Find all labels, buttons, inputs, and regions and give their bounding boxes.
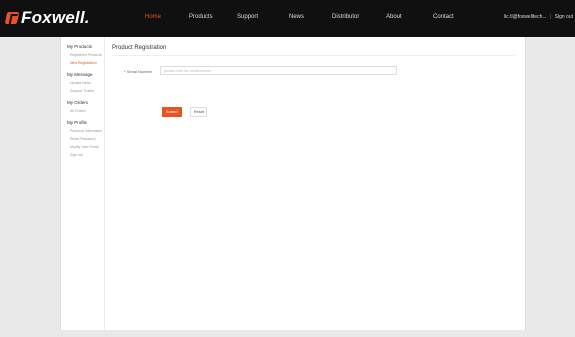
- sidebar-item-update-news[interactable]: Update News: [70, 81, 104, 85]
- sidebar-item-sign-out[interactable]: Sign out: [70, 153, 104, 157]
- registration-form-area: Product Registration * Serial Number ple…: [112, 45, 515, 117]
- sidebar-group-orders: My Orders All Orders: [67, 100, 104, 113]
- page-title: Product Registration: [112, 45, 515, 56]
- sidebar-group-products: My Products Registered Products New Regi…: [67, 44, 104, 65]
- logo-text: Foxwell.: [21, 8, 90, 27]
- sidebar-group-title: My Products: [67, 44, 93, 49]
- sidebar-group-title: My Message: [67, 72, 93, 77]
- sidebar-group-profile: My Profile Personal Information Reset Pa…: [67, 120, 104, 157]
- serial-number-label: * Serial Number: [124, 69, 152, 74]
- foxwell-logo[interactable]: Foxwell.: [4, 8, 90, 27]
- sidebar-item-new-registration[interactable]: New Registration: [70, 61, 104, 65]
- nav-contact[interactable]: Contact: [433, 14, 454, 20]
- sidebar-item-all-orders[interactable]: All Orders: [70, 109, 104, 113]
- nav-products[interactable]: Products: [189, 14, 213, 20]
- foxwell-logo-icon: [4, 12, 20, 24]
- reset-button[interactable]: Reset: [190, 107, 208, 117]
- serial-number-row: * Serial Number please enter the serial …: [112, 66, 515, 78]
- nav-support[interactable]: Support: [237, 14, 258, 20]
- sidebar-group-title: My Orders: [67, 100, 89, 105]
- serial-number-input[interactable]: please enter the serial number: [160, 66, 397, 75]
- user-area: lic.tl@foxwelltech... | Sign out: [504, 14, 573, 20]
- account-sidebar: My Products Registered Products New Regi…: [61, 37, 105, 330]
- top-navigation-bar: Foxwell. Home Products Support News Dist…: [0, 0, 575, 37]
- nav-news[interactable]: News: [289, 14, 304, 20]
- nav-home[interactable]: Home: [145, 14, 161, 20]
- user-separator: |: [549, 14, 552, 20]
- content-panel: My Products Registered Products New Regi…: [60, 37, 526, 330]
- sidebar-item-modify-user-email[interactable]: Modify User Email: [70, 145, 104, 149]
- nav-distributor[interactable]: Distributor: [332, 14, 359, 20]
- sign-out-link[interactable]: Sign out: [555, 14, 573, 20]
- required-marker: *: [124, 69, 126, 74]
- nav-about[interactable]: About: [386, 14, 402, 20]
- sidebar-group-title: My Profile: [67, 120, 88, 125]
- form-buttons: Submit Reset: [162, 100, 211, 118]
- sidebar-item-reset-password[interactable]: Reset Password: [70, 137, 104, 141]
- sidebar-item-personal-information[interactable]: Personal Information: [70, 129, 104, 133]
- sidebar-item-support-tickets[interactable]: Support Tickets: [70, 89, 104, 93]
- submit-button[interactable]: Submit: [162, 107, 182, 117]
- sidebar-item-registered-products[interactable]: Registered Products: [70, 53, 104, 57]
- serial-number-label-text: Serial Number: [126, 69, 153, 74]
- sidebar-group-message: My Message Update News Support Tickets: [67, 72, 104, 93]
- user-email-link[interactable]: lic.tl@foxwelltech...: [504, 14, 547, 20]
